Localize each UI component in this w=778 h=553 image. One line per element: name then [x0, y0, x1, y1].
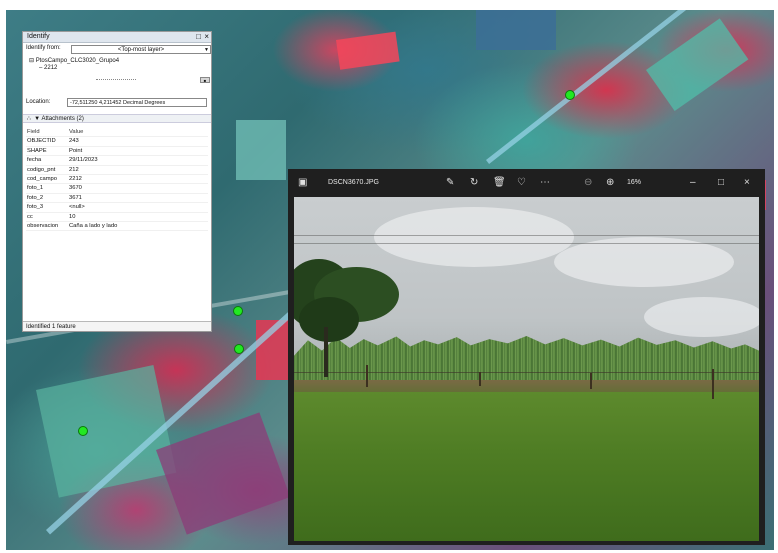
location-field[interactable]: -72,511250 4,211452 Decimal Degrees [67, 98, 207, 107]
close-icon[interactable]: × [744, 177, 750, 189]
table-row[interactable]: codigo_pnt 212 [26, 166, 208, 175]
attachments-row[interactable]: ∴ ▼ Attachments (2) [23, 114, 211, 123]
power-line [294, 235, 759, 236]
cloud [554, 237, 734, 287]
field-name: fecha [27, 157, 42, 164]
zoom-out-icon[interactable]: ⊖ [584, 177, 592, 189]
table-header: Field Value [26, 128, 208, 138]
fence-post [366, 365, 368, 387]
field-name: cod_campo [27, 175, 57, 182]
more-icon[interactable]: ⋯ [540, 177, 550, 189]
zoom-in-icon[interactable]: ⊕ [606, 177, 614, 189]
viewer-toolbar[interactable]: ▣ DSCN3670.JPG ✎ ↻ 🗑︎ ♡ ⋯ ⊖ ⊕ 16% – □ × [288, 169, 765, 197]
rotate-icon[interactable]: ↻ [470, 177, 478, 189]
field-name: foto_3 [27, 204, 44, 211]
header-value: Value [69, 129, 84, 135]
field-value: 243 [69, 138, 79, 145]
panel-splitter[interactable]: ■ [26, 77, 210, 83]
gps-point[interactable] [233, 306, 243, 316]
expand-icon[interactable]: ■ [200, 77, 210, 83]
top-caption-strip [0, 0, 778, 10]
table-row[interactable]: foto_2 3671 [26, 194, 208, 204]
tree-layer-node[interactable]: ⊟ PtosCampo_CLC3020_Grupo4 [29, 58, 119, 65]
cloud [644, 297, 759, 337]
maximize-icon[interactable]: □ [718, 177, 724, 189]
viewer-filename: DSCN3670.JPG [328, 179, 379, 186]
pin-icon[interactable]: □ [196, 32, 201, 42]
fence-wire [294, 372, 759, 373]
map-field [336, 31, 400, 70]
power-line [294, 243, 759, 244]
field-value: 3671 [69, 194, 82, 201]
attribute-table: Field Value OBJECTID 243 SHAPE Point fecha… [26, 128, 208, 232]
gps-point[interactable] [234, 344, 244, 354]
field-value: 10 [69, 213, 76, 220]
paperclip-icon: ∴ [27, 116, 31, 122]
status-bar: Identified 1 feature [23, 321, 211, 331]
field-value: <null> [69, 204, 85, 211]
splitter-grip[interactable] [96, 79, 136, 81]
feature-id: 2212 [44, 65, 58, 71]
gps-point[interactable] [78, 426, 88, 436]
table-row[interactable]: foto_3 <null> [26, 203, 208, 213]
expand-arrow-icon[interactable]: ▼ [34, 116, 40, 122]
gps-point[interactable] [565, 90, 575, 100]
field-name: OBJECTID [27, 138, 56, 145]
fence-post [479, 372, 481, 386]
table-row[interactable]: foto_1 3670 [26, 184, 208, 194]
identify-window[interactable]: Identify □ × Identify from: <Top-most la… [22, 31, 212, 332]
field-value: 29/11/2023 [69, 157, 98, 164]
delete-icon[interactable]: 🗑︎ [493, 177, 506, 189]
tree-feature-node[interactable]: – 2212 [29, 65, 119, 72]
field-name: codigo_pnt [27, 166, 56, 173]
layer-name: PtosCampo_CLC3020_Grupo4 [35, 58, 120, 64]
table-row[interactable]: SHAPE Point [26, 147, 208, 157]
chevron-down-icon[interactable]: ▼ [204, 46, 209, 54]
grass-field [294, 392, 759, 541]
map-field [236, 120, 286, 180]
field-value: 2212 [69, 175, 82, 182]
location-label: Location: [26, 99, 51, 105]
map-field [476, 10, 556, 50]
identify-title-bar[interactable]: Identify □ × [23, 32, 211, 43]
field-name: cc [27, 213, 33, 220]
identify-title: Identify [27, 33, 50, 40]
heart-icon[interactable]: ♡ [517, 177, 526, 189]
image-icon: ▣ [298, 177, 308, 188]
field-value: Caña a lado y lado [69, 222, 118, 229]
fence-post [712, 369, 714, 399]
field-value: 212 [69, 166, 79, 173]
field-name: foto_1 [27, 185, 44, 192]
map-field [156, 412, 291, 535]
edit-icon[interactable]: ✎ [446, 177, 454, 189]
field-photo [294, 197, 759, 541]
fence-post [590, 373, 592, 389]
tree-trunk [324, 327, 328, 377]
field-name: foto_2 [27, 194, 44, 201]
table-row[interactable]: cc 10 [26, 213, 208, 222]
table-row[interactable]: observacion Caña a lado y lado [26, 222, 208, 232]
header-field: Field [27, 129, 40, 135]
field-value: 3670 [69, 185, 82, 192]
field-name: SHAPE [27, 147, 47, 154]
identify-from-label: Identify from: [26, 45, 61, 51]
tree [299, 297, 359, 342]
table-row[interactable]: fecha 29/11/2023 [26, 156, 208, 166]
zoom-level: 16% [627, 179, 642, 186]
field-value: Point [69, 147, 83, 154]
minimize-icon[interactable]: – [690, 177, 696, 189]
close-icon[interactable]: × [204, 32, 209, 42]
table-row[interactable]: OBJECTID 243 [26, 137, 208, 147]
table-row[interactable]: cod_campo 2212 [26, 175, 208, 185]
field-name: observacion [27, 222, 59, 229]
attachments-label: Attachments (2) [41, 116, 84, 122]
identify-from-value: <Top-most layer> [117, 47, 165, 53]
map-field [646, 18, 749, 111]
identify-from-select[interactable]: <Top-most layer> ▼ [71, 45, 211, 54]
photo-viewer-window[interactable]: ▣ DSCN3670.JPG ✎ ↻ 🗑︎ ♡ ⋯ ⊖ ⊕ 16% – □ × [288, 169, 765, 545]
result-tree[interactable]: ⊟ PtosCampo_CLC3020_Grupo4 – 2212 [29, 58, 119, 72]
cloud [374, 207, 574, 267]
